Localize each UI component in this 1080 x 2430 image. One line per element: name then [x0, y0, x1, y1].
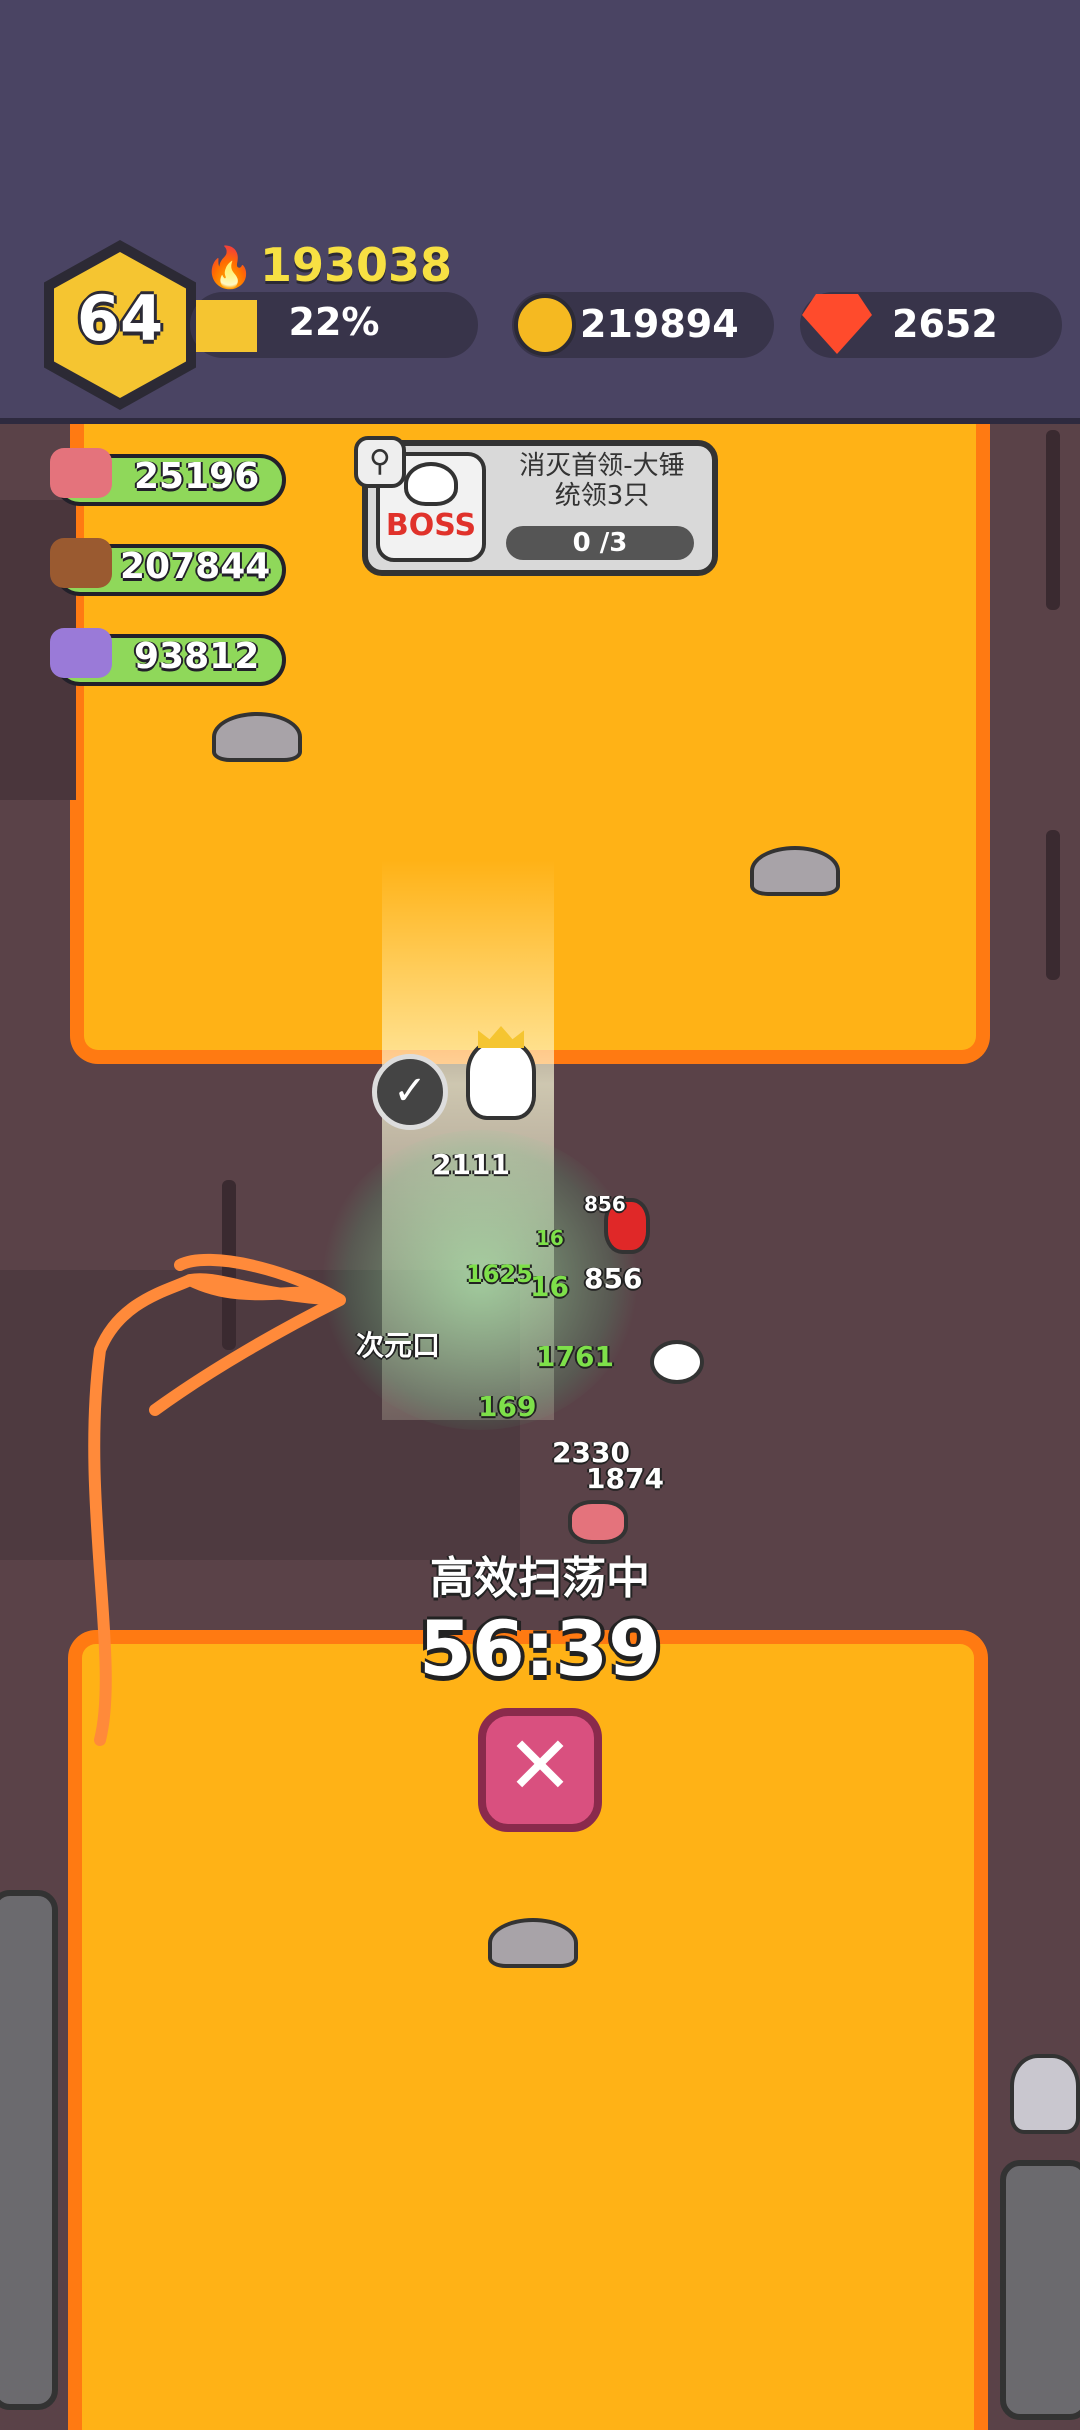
- sweep-status: 高效扫荡中: [430, 1553, 650, 1604]
- damage-number: 856: [584, 1262, 643, 1295]
- combat-power: 193038: [260, 238, 453, 292]
- xp-percent: 22%: [288, 300, 380, 344]
- check-icon[interactable]: ✓: [372, 1054, 448, 1130]
- skull-enemy: [650, 1340, 704, 1384]
- quest-title-line1: 消灭首领-大锤: [519, 451, 685, 481]
- rock: [212, 712, 302, 762]
- player-level: 64: [76, 282, 164, 355]
- boss-badge: BOSS: [385, 508, 477, 543]
- gold-amount: 219894: [580, 302, 739, 346]
- rock: [750, 846, 840, 896]
- coin-icon: [514, 294, 576, 356]
- heal-number: 16: [536, 1226, 564, 1250]
- scribble-path: [88, 1253, 346, 1746]
- skull-icon: [404, 462, 458, 506]
- damage-number: 2111: [432, 1148, 510, 1181]
- crystal-rock: [1010, 2054, 1080, 2134]
- search-icon[interactable]: ⚲: [354, 436, 406, 488]
- skeleton-king: [466, 1040, 536, 1120]
- heal-number: 1625: [466, 1260, 533, 1288]
- quest-progress: 0 /3: [572, 528, 628, 558]
- wood-icon: [50, 538, 112, 588]
- flame-icon: 🔥: [204, 245, 254, 291]
- side-wall-right: [1000, 2160, 1080, 2420]
- damage-number: 856: [584, 1192, 626, 1216]
- dead-tree: [1046, 430, 1060, 610]
- heal-number: 169: [478, 1390, 537, 1423]
- side-wall-left: [0, 1890, 58, 2410]
- meat-icon: [50, 448, 112, 498]
- heal-number: 16: [530, 1270, 569, 1303]
- wood-amount: 207844: [120, 546, 271, 587]
- dead-tree: [1046, 830, 1060, 980]
- meat-drop: [568, 1500, 628, 1544]
- close-icon: ✕: [506, 1719, 574, 1812]
- damage-number: 1874: [586, 1462, 664, 1495]
- heal-number: 1761: [536, 1340, 614, 1373]
- quest-title-line2: 统领3只: [554, 481, 650, 511]
- meat-amount: 25196: [134, 456, 260, 497]
- ore-icon: [50, 628, 112, 678]
- rock: [488, 1918, 578, 1968]
- portal-label: 次元口: [356, 1329, 441, 1362]
- gem-amount: 2652: [892, 302, 998, 346]
- scribble-annotation: [88, 1253, 346, 1746]
- sweep-timer: 56:39: [419, 1604, 661, 1693]
- ore-amount: 93812: [134, 636, 260, 677]
